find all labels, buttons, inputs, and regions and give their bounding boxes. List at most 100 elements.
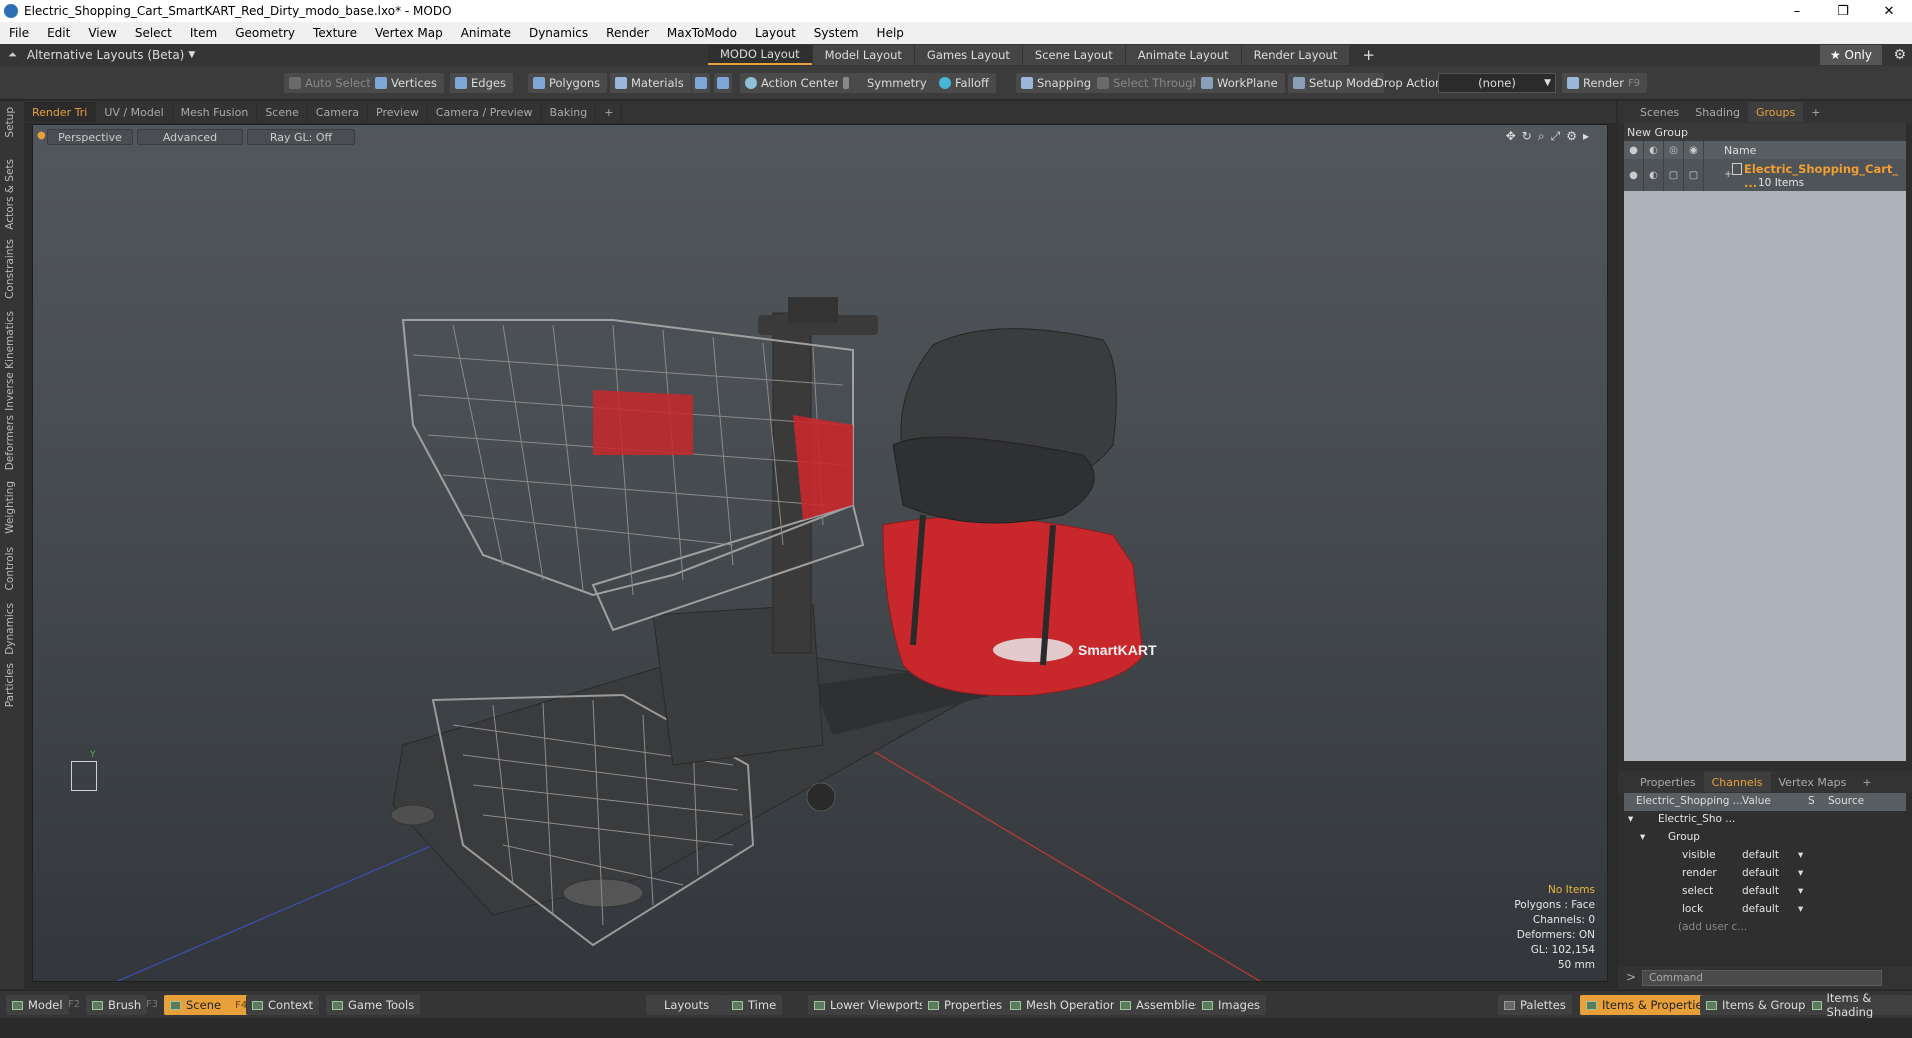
channel-row[interactable]: render default — [1624, 865, 1906, 883]
time-button[interactable]: Time — [726, 995, 783, 1015]
tab-uv-model[interactable]: UV / Model — [96, 102, 173, 122]
polygons-button[interactable]: Polygons — [528, 73, 608, 93]
tab-scene[interactable]: Scene — [257, 102, 308, 122]
group-row[interactable]: ● ◐ ▢ ▢ + Electric_Shopping_Cart_ ... 10… — [1624, 159, 1906, 191]
restore-button[interactable]: ❐ — [1820, 0, 1866, 22]
gear-icon[interactable]: ⚙ — [1893, 47, 1906, 63]
symmetry-button[interactable]: Symmetry — [838, 73, 934, 93]
side-tab-constraints[interactable]: Constraints — [4, 239, 16, 299]
items-groups-button[interactable]: Items & Groups — [1700, 995, 1818, 1015]
items-properties-button[interactable]: Items & Properties — [1580, 995, 1715, 1015]
side-tab-actors-sets[interactable]: Actors & Sets — [4, 159, 16, 230]
tab-camera[interactable]: Camera — [308, 102, 369, 122]
render-button[interactable]: Render F9 — [1562, 73, 1648, 93]
tab-modo-layout[interactable]: MODO Layout — [708, 45, 812, 65]
materials-button[interactable]: Materials — [610, 73, 691, 93]
menu-texture[interactable]: Texture — [304, 26, 366, 40]
brush-button[interactable]: Brush — [86, 995, 148, 1015]
menu-system[interactable]: System — [805, 26, 868, 40]
channel-row[interactable]: ▾ Group — [1624, 829, 1906, 847]
lower-viewports-button[interactable]: Lower Viewports — [808, 995, 931, 1015]
add-viewport-tab-button[interactable]: + — [596, 102, 623, 122]
tab-mesh-fusion[interactable]: Mesh Fusion — [173, 102, 258, 122]
tab-properties[interactable]: Properties — [1632, 772, 1704, 792]
side-tab-particles[interactable]: Particles — [4, 663, 16, 707]
auto-select-button[interactable]: Auto Select — [284, 73, 378, 93]
lock-toggle[interactable]: ▢ — [1664, 159, 1684, 191]
menu-select[interactable]: Select — [126, 26, 181, 40]
menu-edit[interactable]: Edit — [38, 26, 79, 40]
side-tab-inverse-kinematics[interactable]: Inverse Kinematics — [4, 311, 16, 411]
workplane-button[interactable]: WorkPlane — [1196, 73, 1285, 93]
layouts-button[interactable]: Layouts — [646, 995, 728, 1015]
game-tools-button[interactable]: Game Tools — [326, 995, 421, 1015]
tab-groups[interactable]: Groups — [1747, 102, 1804, 122]
menu-view[interactable]: View — [79, 26, 125, 40]
pin-icon[interactable]: ⏶ — [8, 48, 17, 62]
edges-button[interactable]: Edges — [450, 73, 513, 93]
channel-row[interactable]: select default — [1624, 883, 1906, 901]
element-mode-2-button[interactable] — [714, 73, 732, 93]
channel-value-dropdown[interactable]: default — [1742, 867, 1803, 879]
collapse-icon[interactable]: ▾ — [1628, 813, 1633, 825]
vertices-button[interactable]: Vertices — [370, 73, 444, 93]
collapse-icon[interactable]: ▾ — [1640, 831, 1645, 843]
channel-value-dropdown[interactable]: default — [1742, 849, 1803, 861]
menu-file[interactable]: File — [0, 26, 38, 40]
tab-baking[interactable]: Baking — [542, 102, 597, 122]
side-tab-dynamics[interactable]: Dynamics — [4, 603, 16, 655]
assemblies-button[interactable]: Assemblies — [1114, 995, 1207, 1015]
action-center-button[interactable]: Action Center — [740, 73, 847, 93]
only-toggle[interactable]: ★ Only — [1819, 45, 1882, 65]
tab-animate-layout[interactable]: Animate Layout — [1125, 45, 1241, 65]
tab-vertex-maps[interactable]: Vertex Maps — [1771, 772, 1855, 792]
element-mode-1-button[interactable] — [692, 73, 710, 93]
tab-camera-preview[interactable]: Camera / Preview — [428, 102, 542, 122]
channel-row[interactable]: lock default — [1624, 901, 1906, 919]
context-button[interactable]: Context — [246, 995, 320, 1015]
channel-row[interactable]: visible default — [1624, 847, 1906, 865]
tab-preview[interactable]: Preview — [368, 102, 428, 122]
tab-shading[interactable]: Shading — [1687, 102, 1748, 122]
side-tab-setup[interactable]: Setup — [4, 107, 16, 138]
properties-button[interactable]: Properties — [922, 995, 1009, 1015]
menu-dynamics[interactable]: Dynamics — [520, 26, 597, 40]
items-shading-button[interactable]: Items & Shading — [1806, 991, 1912, 1019]
tab-scenes[interactable]: Scenes — [1632, 102, 1687, 122]
tab-model-layout[interactable]: Model Layout — [812, 45, 914, 65]
select-toggle[interactable]: ▢ — [1684, 159, 1704, 191]
drop-action-dropdown[interactable]: (none) ▼ — [1438, 73, 1556, 93]
snapping-button[interactable]: Snapping — [1016, 73, 1099, 93]
images-button[interactable]: Images — [1196, 995, 1267, 1015]
tab-games-layout[interactable]: Games Layout — [914, 45, 1022, 65]
tab-scene-layout[interactable]: Scene Layout — [1022, 45, 1125, 65]
tab-render-layout[interactable]: Render Layout — [1241, 45, 1350, 65]
model-button[interactable]: Model — [6, 995, 69, 1015]
menu-render[interactable]: Render — [597, 26, 658, 40]
add-panel-tab-button[interactable]: + — [1803, 102, 1828, 122]
menu-layout[interactable]: Layout — [746, 26, 805, 40]
palettes-button[interactable]: Palettes — [1498, 995, 1572, 1015]
add-properties-tab-button[interactable]: + — [1854, 772, 1879, 792]
mesh-operations-button[interactable]: Mesh Operations — [1004, 995, 1130, 1015]
new-group-button[interactable]: New Group — [1624, 123, 1906, 141]
menu-geometry[interactable]: Geometry — [226, 26, 304, 40]
3d-viewport[interactable]: ● Perspective Advanced Ray GL: Off ✥ ↻ ⌕… — [32, 124, 1608, 982]
close-button[interactable]: ✕ — [1866, 0, 1912, 22]
name-column-header[interactable]: Name — [1724, 144, 1756, 157]
alternative-layouts-dropdown[interactable]: Alternative Layouts (Beta) ▼ — [27, 48, 195, 62]
menu-help[interactable]: Help — [868, 26, 913, 40]
minimize-button[interactable]: – — [1774, 0, 1820, 22]
visibility-toggle[interactable]: ● — [1624, 159, 1644, 191]
menu-vertex-map[interactable]: Vertex Map — [366, 26, 452, 40]
menu-maxtomodo[interactable]: MaxToModo — [658, 26, 746, 40]
side-tab-controls[interactable]: Controls — [4, 547, 16, 590]
tab-render-tri[interactable]: Render Tri — [24, 102, 97, 122]
add-layout-button[interactable]: + — [1350, 45, 1387, 65]
tab-channels[interactable]: Channels — [1703, 772, 1771, 792]
side-tab-deformers[interactable]: Deformers — [4, 415, 16, 470]
select-through-button[interactable]: Select Through — [1092, 73, 1207, 93]
falloff-button[interactable]: Falloff — [934, 73, 996, 93]
add-user-channel-row[interactable]: (add user c... — [1624, 919, 1906, 937]
channel-value-dropdown[interactable]: default — [1742, 903, 1803, 915]
